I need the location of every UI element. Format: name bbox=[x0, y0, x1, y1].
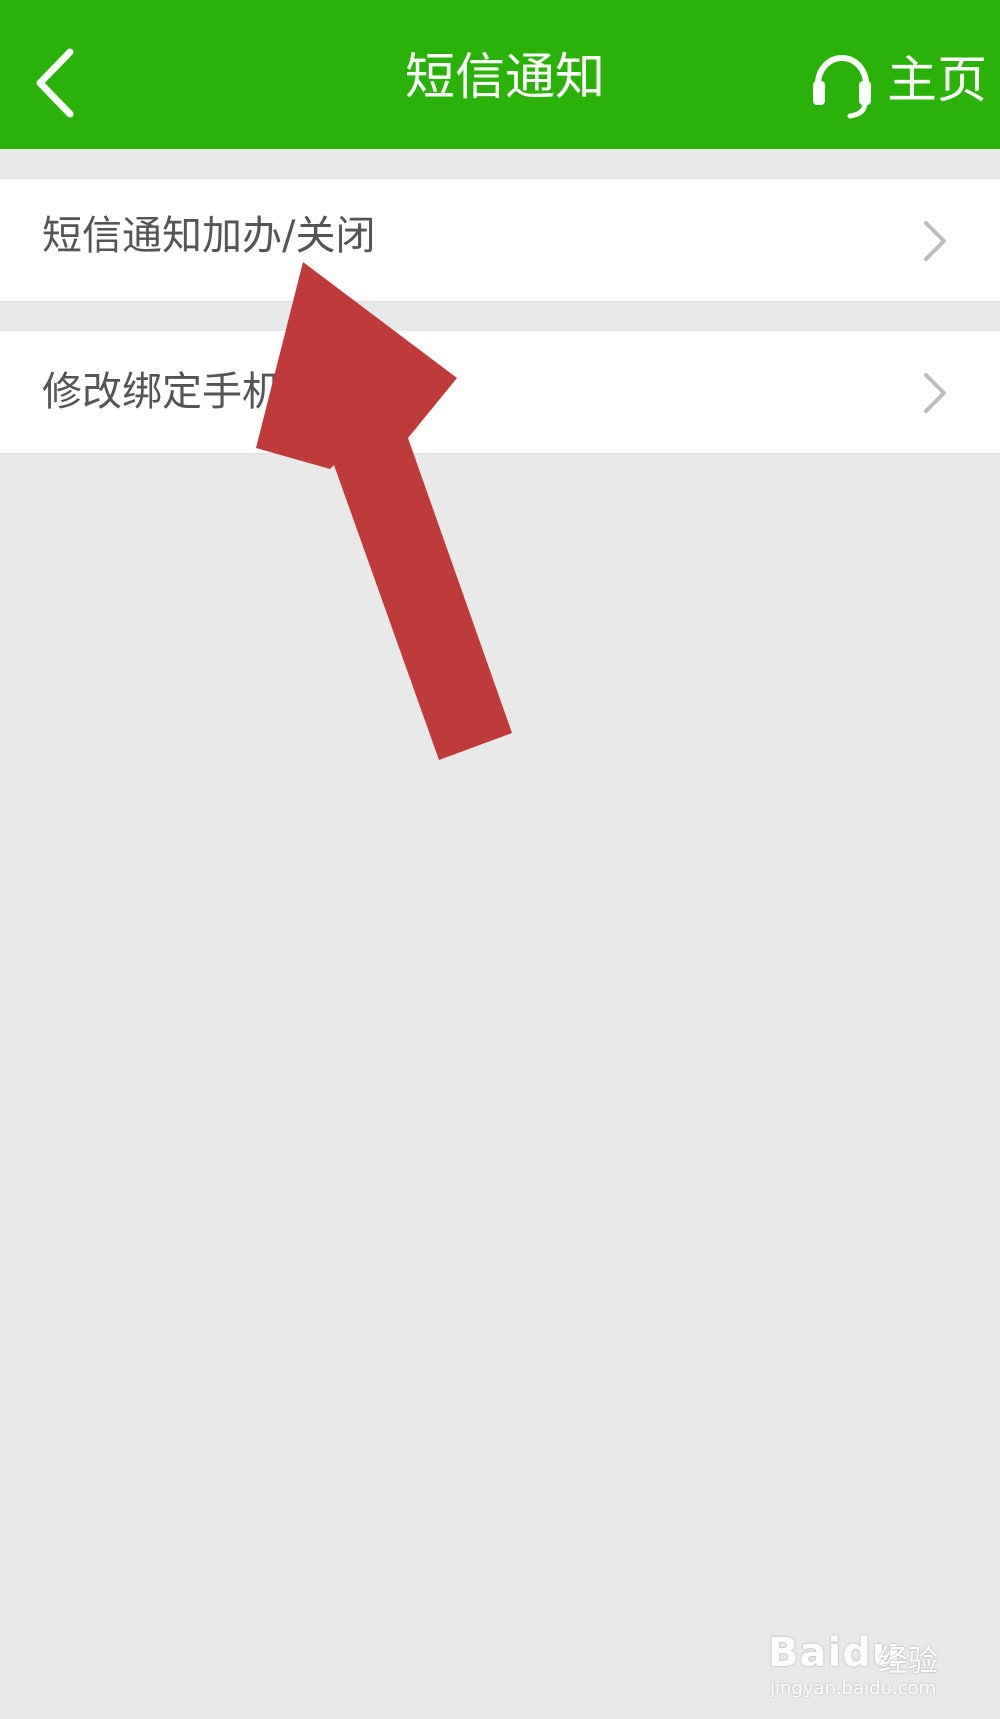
list-item-label: 修改绑定手机 bbox=[42, 369, 282, 415]
home-label: 主页 bbox=[887, 51, 987, 109]
watermark-cn-text: 经验 bbox=[878, 1644, 938, 1679]
home-button[interactable]: 主页 bbox=[810, 40, 1000, 120]
chevron-right-icon bbox=[924, 373, 946, 413]
chevron-right-icon bbox=[924, 221, 946, 261]
list-item-label: 短信通知加办/关闭 bbox=[42, 213, 376, 259]
headset-icon bbox=[813, 55, 871, 119]
list-item-change-phone[interactable]: 修改绑定手机 bbox=[0, 331, 1000, 454]
watermark: Baidu 经验 jingyan.baidu.com bbox=[760, 1610, 960, 1700]
watermark-url: jingyan.baidu.com bbox=[770, 1678, 937, 1699]
top-bar: 短信通知 主页 bbox=[0, 0, 1000, 149]
list-item-sms-toggle[interactable]: 短信通知加办/关闭 bbox=[0, 179, 1000, 302]
